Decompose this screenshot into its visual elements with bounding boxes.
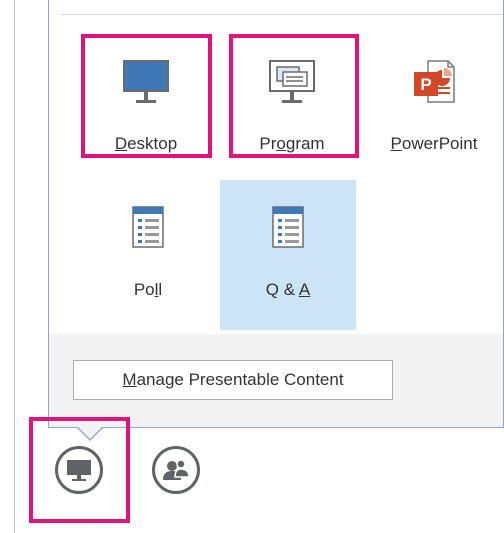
manage-presentable-content-button[interactable]: Manage Presentable Content [73,360,393,400]
present-content-button[interactable] [55,446,103,494]
manage-button-accesskey: M [122,370,137,389]
tile-powerpoint-label: PowerPoint [390,134,478,153]
svg-text:P: P [420,75,431,94]
highlight-desktop [81,34,212,158]
qa-list-icon [270,194,306,262]
poll-list-icon [130,194,166,262]
tile-qa[interactable]: Q & A [220,180,356,330]
people-icon [162,458,190,482]
participants-button[interactable] [152,446,200,494]
flyout-pointer-fill [77,426,103,439]
manage-button-label: anage Presentable Content [136,370,344,389]
monitor-icon [66,458,92,482]
tile-qa-label: Q & A [265,280,311,299]
highlight-program [229,34,359,158]
flyout-divider [61,14,503,15]
powerpoint-icon: P [412,48,456,116]
tile-poll-label: Poll [133,280,163,299]
tile-powerpoint[interactable]: P PowerPoint [370,34,498,158]
tile-poll[interactable]: Poll [84,180,212,304]
